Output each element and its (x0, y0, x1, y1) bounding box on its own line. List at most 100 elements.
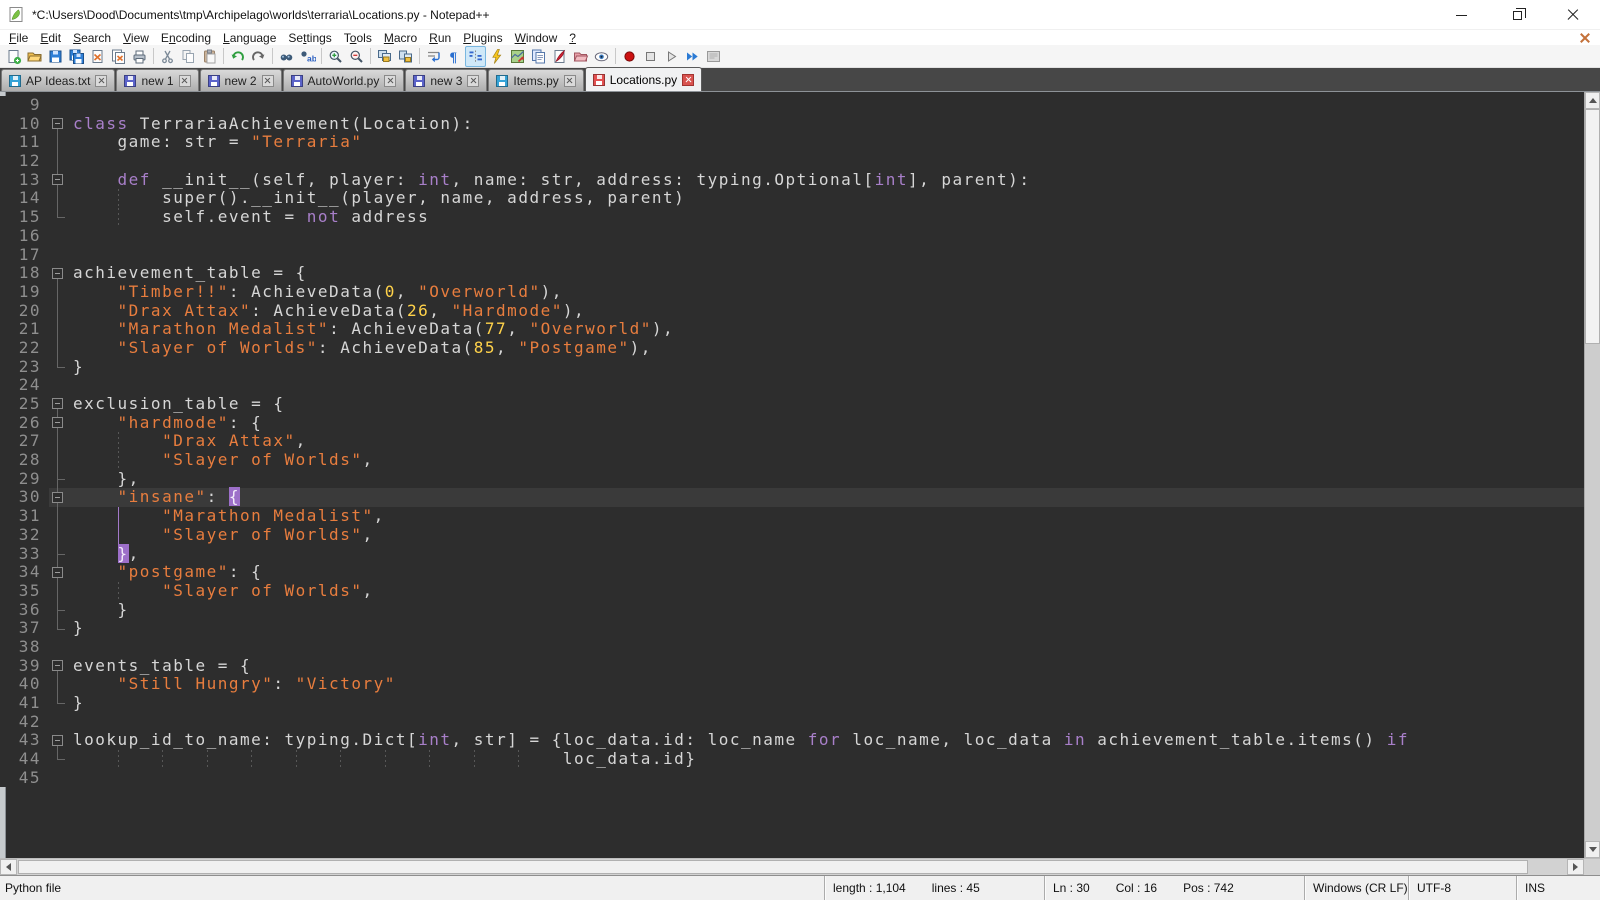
code-line-40[interactable]: 40 "Still Hungry": "Victory" (0, 675, 1584, 694)
code-line-17[interactable]: 17 (0, 246, 1584, 265)
close-all-button[interactable] (108, 46, 129, 67)
find-button[interactable] (276, 46, 297, 67)
macro-run-multiple-button[interactable] (682, 46, 703, 67)
h-scroll-left-arrow-button[interactable] (0, 859, 17, 875)
code-line-32[interactable]: 32 "Slayer of Worlds", (0, 526, 1584, 545)
tab-close-icon[interactable] (262, 75, 274, 87)
tab-new-1[interactable]: new 1 (116, 69, 198, 91)
code-line-21[interactable]: 21 "Marathon Medalist": AchieveData(77, … (0, 320, 1584, 339)
minimize-button[interactable] (1448, 2, 1474, 28)
tab-new-2[interactable]: new 2 (200, 69, 282, 91)
new-file-button[interactable] (3, 46, 24, 67)
code-line-14[interactable]: 14 super().__init__(player, name, addres… (0, 189, 1584, 208)
menu-macro[interactable]: Macro (378, 31, 423, 45)
tab-new-3[interactable]: new 3 (405, 69, 487, 91)
code-line-36[interactable]: 36 } (0, 601, 1584, 620)
h-scroll-thumb[interactable] (18, 860, 1528, 874)
tab-close-icon[interactable] (384, 75, 396, 87)
v-scroll-up-arrow-button[interactable] (1585, 92, 1600, 109)
code-line-23[interactable]: 23} (0, 358, 1584, 377)
code-line-12[interactable]: 12 (0, 152, 1584, 171)
code-line-30[interactable]: 30 "insane": { (0, 488, 1584, 507)
macro-stop-button[interactable] (640, 46, 661, 67)
code-line-31[interactable]: 31 "Marathon Medalist", (0, 507, 1584, 526)
fold-toggle-icon[interactable] (52, 660, 63, 671)
close-button[interactable] (1560, 2, 1586, 28)
h-scroll-right-arrow-button[interactable] (1567, 859, 1584, 875)
show-all-characters-button[interactable]: ¶ (444, 46, 465, 67)
notepad-plus-plus-app-icon[interactable] (8, 6, 25, 23)
code-line-34[interactable]: 34 "postgame": { (0, 563, 1584, 582)
tab-items-py[interactable]: Items.py (488, 69, 583, 91)
code-line-33[interactable]: 33 }, (0, 545, 1584, 564)
code-line-19[interactable]: 19 "Timber!!": AchieveData(0, "Overworld… (0, 283, 1584, 302)
code-line-37[interactable]: 37} (0, 619, 1584, 638)
tab-locations-py[interactable]: Locations.py (585, 67, 702, 91)
code-line-45[interactable]: 45 (0, 769, 1584, 788)
fold-toggle-icon[interactable] (52, 567, 63, 578)
print-button[interactable] (129, 46, 150, 67)
tab-close-icon[interactable] (179, 75, 191, 87)
code-line-42[interactable]: 42 (0, 713, 1584, 732)
macro-play-button[interactable] (661, 46, 682, 67)
word-wrap-button[interactable] (423, 46, 444, 67)
close-document-x-icon[interactable] (1579, 32, 1590, 43)
code-line-38[interactable]: 38 (0, 638, 1584, 657)
paste-button[interactable] (199, 46, 220, 67)
code-line-44[interactable]: 44 loc_data.id} (0, 750, 1584, 769)
user-defined-dialog-button[interactable] (486, 46, 507, 67)
function-list-button[interactable] (528, 46, 549, 67)
sync-vertical-button[interactable] (374, 46, 395, 67)
fold-toggle-icon[interactable] (52, 417, 63, 428)
document-monitor-button[interactable] (591, 46, 612, 67)
restore-button[interactable] (1504, 2, 1530, 28)
code-line-9[interactable]: 9 (0, 96, 1584, 115)
macro-pen-button[interactable] (549, 46, 570, 67)
horizontal-scrollbar[interactable] (0, 858, 1600, 875)
menu-window[interactable]: Window (509, 31, 564, 45)
fold-toggle-icon[interactable] (52, 398, 63, 409)
menu-plugins[interactable]: Plugins (457, 31, 508, 45)
tab-close-icon[interactable] (564, 75, 576, 87)
fold-toggle-icon[interactable] (52, 118, 63, 129)
menu-run[interactable]: Run (423, 31, 457, 45)
macro-record-button[interactable] (619, 46, 640, 67)
tab-ap-ideas-txt[interactable]: AP Ideas.txt (1, 69, 115, 91)
code-line-43[interactable]: 43lookup_id_to_name: typing.Dict[int, st… (0, 731, 1584, 750)
code-line-25[interactable]: 25exclusion_table = { (0, 395, 1584, 414)
code-line-39[interactable]: 39events_table = { (0, 657, 1584, 676)
menu-tools[interactable]: Tools (338, 31, 378, 45)
save-all-button[interactable] (66, 46, 87, 67)
fold-toggle-icon[interactable] (52, 268, 63, 279)
code-line-26[interactable]: 26 "hardmode": { (0, 414, 1584, 433)
code-line-15[interactable]: 15 self.event = not address (0, 208, 1584, 227)
code-line-41[interactable]: 41} (0, 694, 1584, 713)
vertical-scrollbar[interactable] (1584, 92, 1600, 858)
code-line-22[interactable]: 22 "Slayer of Worlds": AchieveData(85, "… (0, 339, 1584, 358)
code-line-27[interactable]: 27 "Drax Attax", (0, 432, 1584, 451)
cut-button[interactable] (157, 46, 178, 67)
fold-toggle-icon[interactable] (52, 492, 63, 503)
code-line-24[interactable]: 24 (0, 376, 1584, 395)
redo-button[interactable] (248, 46, 269, 67)
v-scroll-down-arrow-button[interactable] (1585, 841, 1600, 858)
show-indent-guide-button[interactable] (465, 46, 486, 67)
menu-edit[interactable]: Edit (34, 31, 67, 45)
code-line-10[interactable]: 10class TerrariaAchievement(Location): (0, 115, 1584, 134)
zoom-out-button[interactable] (346, 46, 367, 67)
code-line-20[interactable]: 20 "Drax Attax": AchieveData(26, "Hardmo… (0, 302, 1584, 321)
save-file-button[interactable] (45, 46, 66, 67)
code-line-35[interactable]: 35 "Slayer of Worlds", (0, 582, 1584, 601)
menu-[interactable]: ? (563, 31, 582, 45)
close-file-button[interactable] (87, 46, 108, 67)
tab-close-icon[interactable] (95, 75, 107, 87)
code-line-16[interactable]: 16 (0, 227, 1584, 246)
zoom-in-button[interactable] (325, 46, 346, 67)
tab-close-icon[interactable] (682, 74, 694, 86)
project-folder-button[interactable] (570, 46, 591, 67)
v-scroll-thumb[interactable] (1585, 109, 1600, 344)
replace-button[interactable]: ab (297, 46, 318, 67)
menu-settings[interactable]: Settings (282, 31, 337, 45)
menu-file[interactable]: File (3, 31, 34, 45)
open-file-button[interactable] (24, 46, 45, 67)
